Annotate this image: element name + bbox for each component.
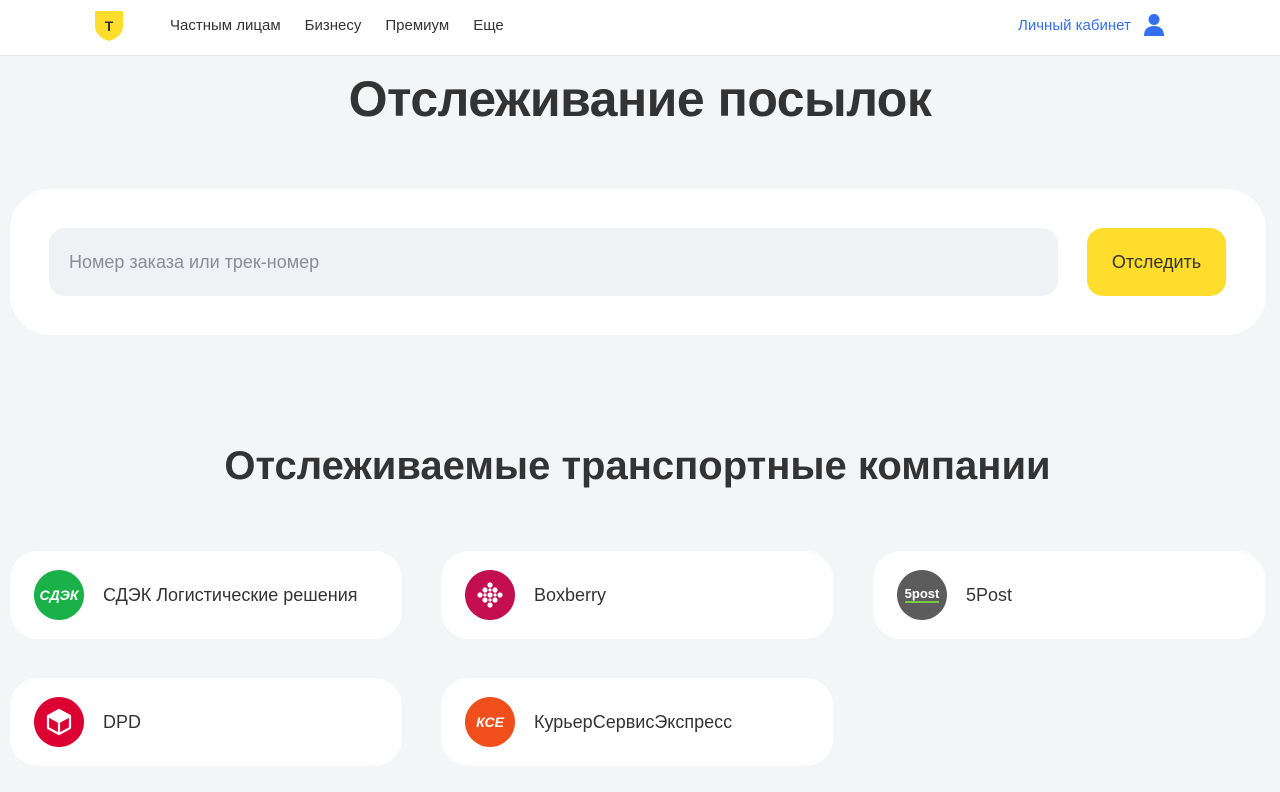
top-navigation-bar: T Частным лицам Бизнесу Премиум Еще Личн… (0, 0, 1280, 56)
5post-logo-icon: 5post (897, 570, 947, 620)
company-card-cdek[interactable]: СДЭК СДЭК Логистические решения (10, 551, 402, 639)
company-name: Boxberry (534, 584, 607, 605)
company-name: DPD (103, 711, 142, 732)
user-icon[interactable] (1143, 13, 1165, 37)
svg-text:T: T (105, 18, 114, 34)
cdek-logo-icon: СДЭК (34, 570, 84, 620)
company-card-cse[interactable]: КСЕ КурьерСервисЭкспресс (441, 678, 833, 766)
tracking-search-card: Отследить (10, 189, 1266, 335)
bank-logo-icon[interactable]: T (94, 10, 124, 42)
boxberry-logo-icon (465, 570, 515, 620)
company-card-5post[interactable]: 5post 5Post (873, 551, 1265, 639)
5post-logo-text: 5post (904, 586, 940, 603)
cse-logo-text: КСЕ (476, 714, 504, 730)
companies-section-title: Отслеживаемые транспортные компании (224, 444, 1051, 488)
page-title: Отслеживание посылок (348, 71, 932, 127)
cdek-logo-text: СДЭК (39, 587, 79, 603)
dpd-cube-icon (46, 708, 72, 736)
nav-item-personal[interactable]: Частным лицам (170, 17, 281, 34)
cse-logo-icon: КСЕ (465, 697, 515, 747)
company-card-boxberry[interactable]: Boxberry (441, 551, 833, 639)
company-name: СДЭК Логистические решения (103, 584, 358, 605)
dpd-logo-icon (34, 697, 84, 747)
account-link[interactable]: Личный кабинет (1018, 0, 1165, 50)
nav-item-business[interactable]: Бизнесу (305, 17, 362, 34)
boxberry-dots-icon (477, 582, 503, 608)
company-card-dpd[interactable]: DPD (10, 678, 402, 766)
tracking-number-input[interactable] (49, 228, 1058, 296)
nav-item-more[interactable]: Еще (473, 17, 504, 34)
account-label[interactable]: Личный кабинет (1018, 17, 1131, 34)
company-name: КурьерСервисЭкспресс (534, 711, 733, 732)
company-name: 5Post (966, 584, 1013, 605)
track-button[interactable]: Отследить (1087, 228, 1226, 296)
main-nav: Частным лицам Бизнесу Премиум Еще (170, 0, 504, 50)
nav-item-premium[interactable]: Премиум (385, 17, 449, 34)
